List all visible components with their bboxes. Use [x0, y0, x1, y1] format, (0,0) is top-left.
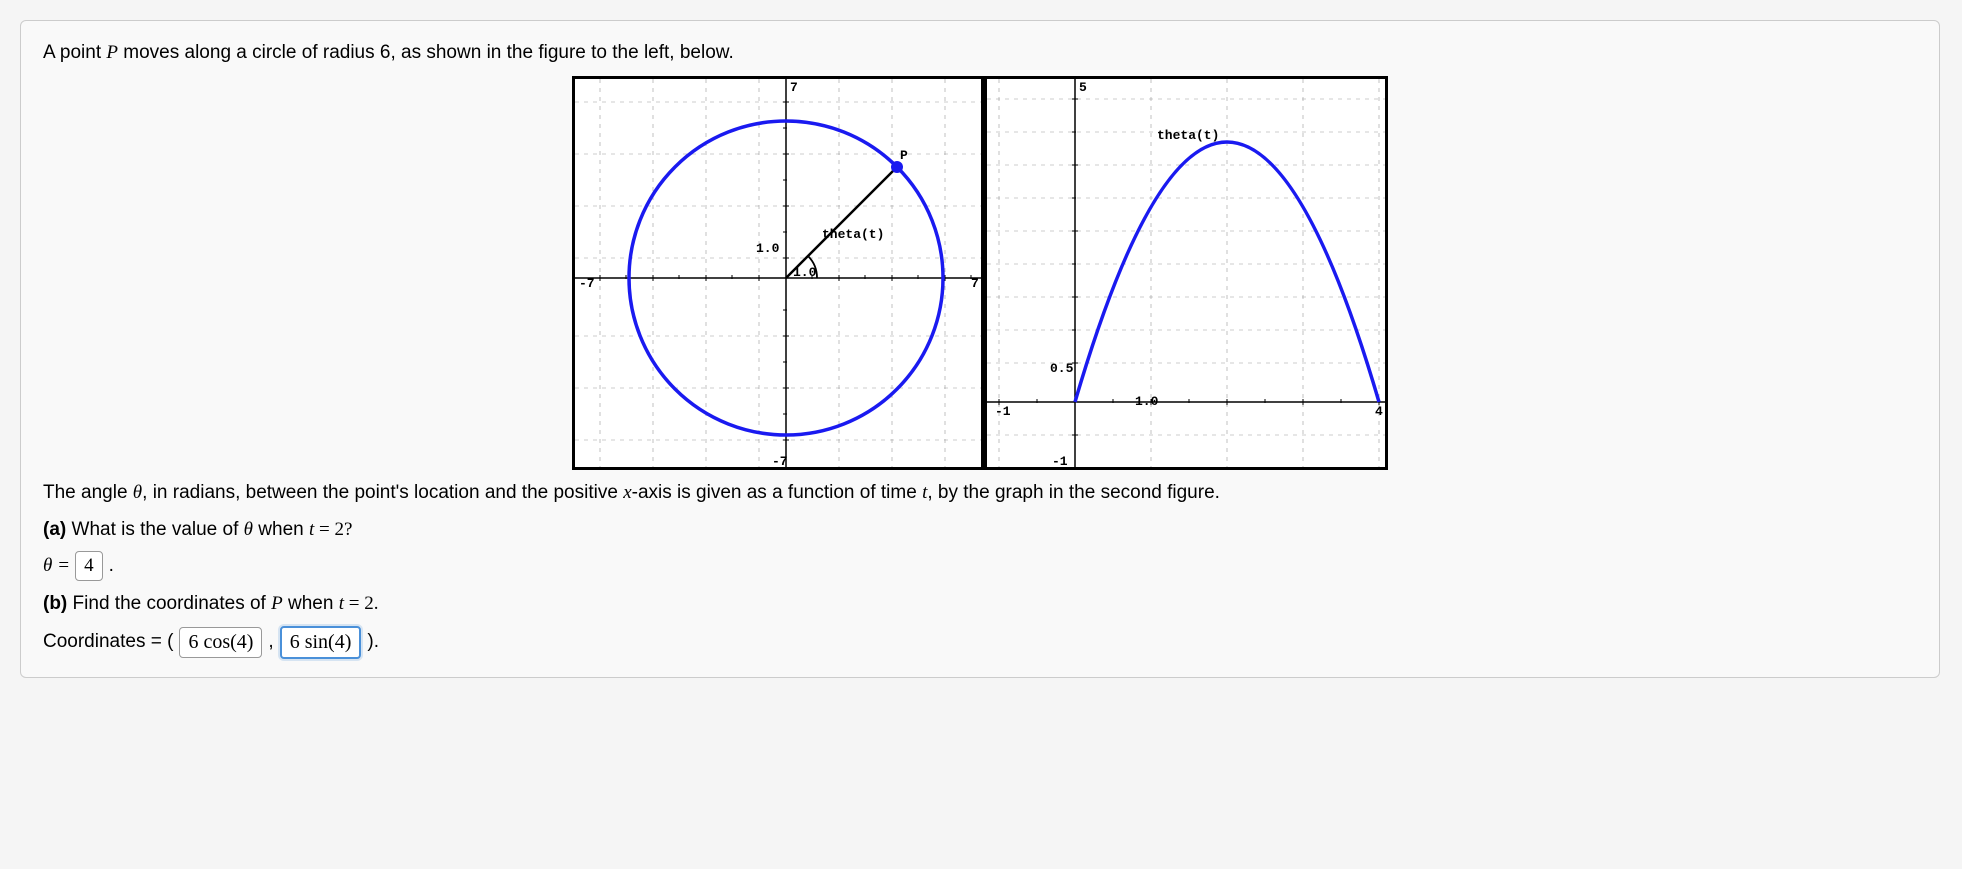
answer-b-row: Coordinates = ( 6 cos(4) , 6 sin(4) ).	[43, 626, 1917, 659]
svg-text:7: 7	[971, 276, 979, 291]
svg-text:P: P	[900, 148, 908, 163]
part-a-text-2: when	[253, 519, 309, 540]
part-a: (a) What is the value of θ when t = 2?	[43, 515, 1917, 545]
desc-part-4: , by the graph in the second figure.	[927, 482, 1220, 503]
svg-text:1.0: 1.0	[756, 241, 780, 256]
part-a-label: (a)	[43, 519, 66, 540]
svg-text:7: 7	[790, 80, 798, 95]
svg-text:-1: -1	[995, 404, 1011, 419]
svg-text:-1: -1	[1052, 454, 1068, 467]
figures-row: P theta(t) 1.0 1.0 7 -7 -7 7	[43, 76, 1917, 470]
desc-part-3: -axis is given as a function of time	[632, 482, 922, 503]
coords-close: ).	[367, 631, 379, 653]
svg-text:1.0: 1.0	[1135, 394, 1159, 409]
part-b-P: P	[271, 593, 283, 614]
var-P: P	[106, 42, 118, 63]
desc-part-1: The angle	[43, 482, 133, 503]
svg-text:-7: -7	[579, 276, 595, 291]
figure-theta-graph: 5 -1 4 0.5 1.0 -1 theta(t)	[984, 76, 1388, 470]
svg-text:1.0: 1.0	[793, 265, 817, 280]
part-b: (b) Find the coordinates of P when t = 2…	[43, 589, 1917, 619]
problem-container: A point P moves along a circle of radius…	[20, 20, 1940, 678]
answer-a-equals: =	[58, 555, 69, 577]
part-a-theta: θ	[244, 519, 253, 540]
intro-text: A point P moves along a circle of radius…	[43, 39, 1917, 68]
svg-text:theta(t): theta(t)	[822, 227, 884, 242]
part-a-text-1: What is the value of	[66, 519, 243, 540]
theta-input[interactable]: 4	[75, 551, 103, 581]
coords-comma: ,	[268, 631, 273, 653]
part-b-text-1: Find the coordinates of	[67, 593, 271, 614]
var-theta: θ	[133, 482, 142, 503]
svg-text:theta(t): theta(t)	[1157, 128, 1219, 143]
answer-a-theta: θ	[43, 555, 52, 577]
part-b-eq: = 2.	[344, 593, 378, 614]
svg-text:5: 5	[1079, 80, 1087, 95]
svg-text:0.5: 0.5	[1050, 361, 1074, 376]
answer-a-row: θ = 4 .	[43, 551, 1917, 581]
part-b-label: (b)	[43, 593, 67, 614]
description-text: The angle θ, in radians, between the poi…	[43, 478, 1917, 507]
desc-part-2: , in radians, between the point's locati…	[142, 482, 623, 503]
x-coord-input[interactable]: 6 cos(4)	[179, 627, 262, 658]
y-coord-input[interactable]: 6 sin(4)	[280, 626, 362, 659]
intro-suffix: moves along a circle of radius 6, as sho…	[118, 42, 734, 63]
var-x: x	[623, 482, 631, 503]
answer-a-period: .	[109, 555, 114, 577]
svg-text:-7: -7	[772, 454, 788, 467]
intro-prefix: A point	[43, 42, 106, 63]
figure-circle: P theta(t) 1.0 1.0 7 -7 -7 7	[572, 76, 984, 470]
svg-text:4: 4	[1375, 404, 1383, 419]
part-a-eq: = 2?	[314, 519, 352, 540]
part-b-text-2: when	[283, 593, 339, 614]
coords-label: Coordinates = (	[43, 631, 173, 653]
